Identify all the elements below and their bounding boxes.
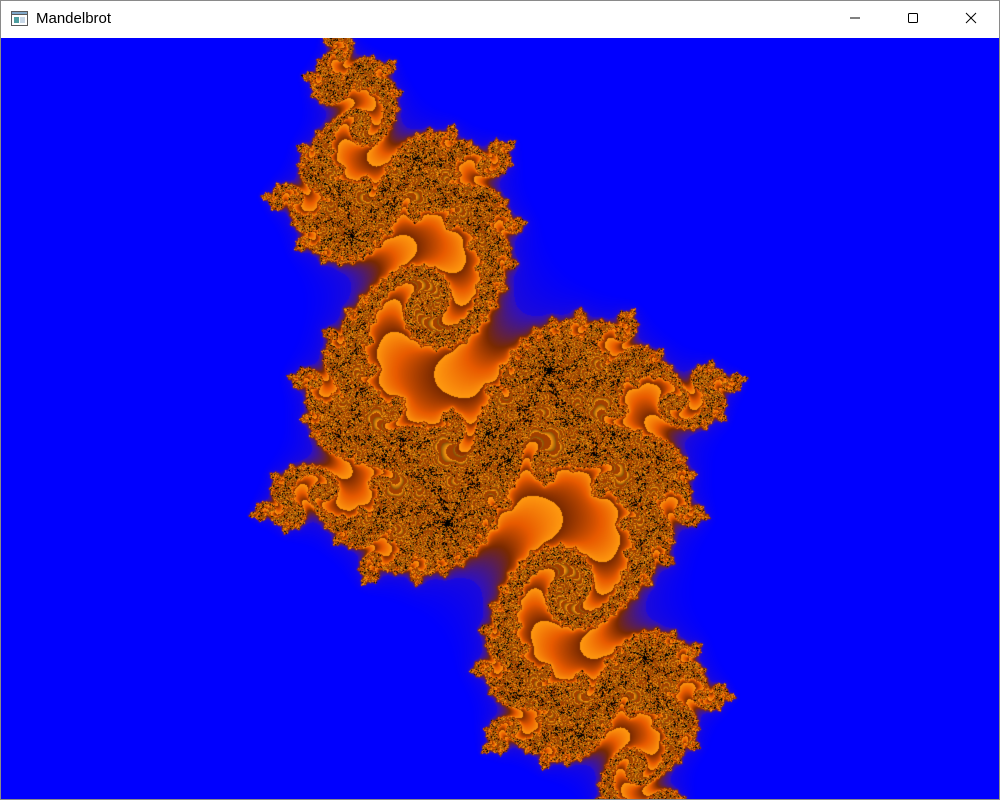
close-button[interactable] <box>942 1 999 38</box>
close-icon <box>965 11 977 29</box>
minimize-button[interactable] <box>826 1 884 38</box>
window-title: Mandelbrot <box>36 10 112 27</box>
maximize-icon <box>907 11 919 29</box>
minimize-icon <box>849 11 861 29</box>
app-window-icon <box>11 11 28 26</box>
title-bar[interactable]: Mandelbrot <box>1 1 999 38</box>
fractal-viewport[interactable] <box>1 38 999 799</box>
app-window: Mandelbrot <box>0 0 1000 800</box>
fractal-canvas[interactable] <box>1 38 999 799</box>
maximize-button[interactable] <box>884 1 942 38</box>
